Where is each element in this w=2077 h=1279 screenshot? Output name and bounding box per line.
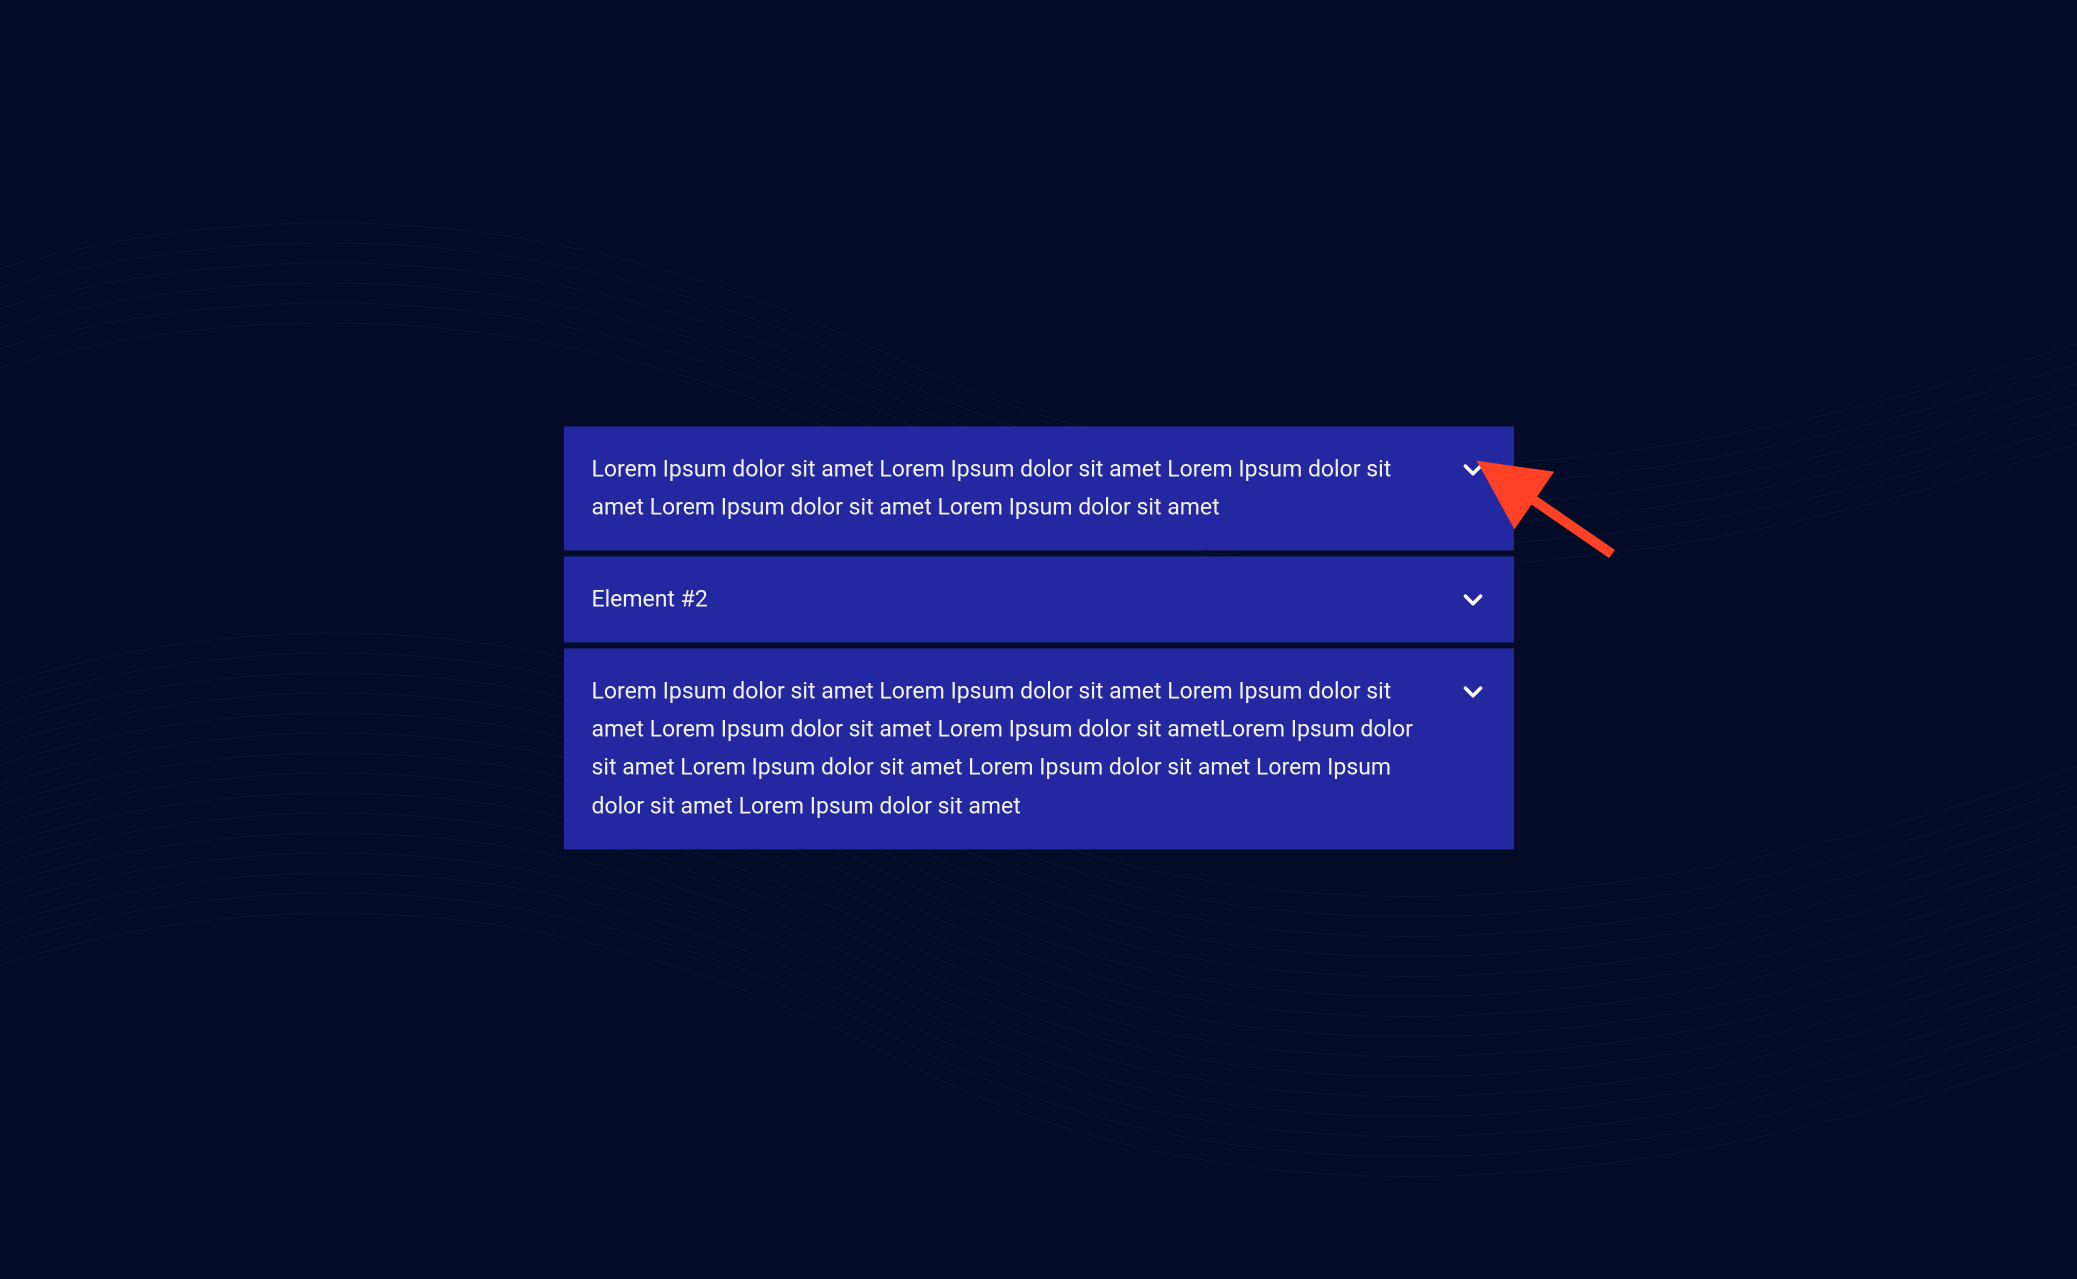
- chevron-down-icon: [1460, 678, 1486, 704]
- accordion-item-1[interactable]: Lorem Ipsum dolor sit amet Lorem Ipsum d…: [564, 426, 1514, 550]
- accordion: Lorem Ipsum dolor sit amet Lorem Ipsum d…: [564, 426, 1514, 849]
- accordion-item-2[interactable]: Element #2: [564, 556, 1514, 642]
- chevron-down-icon: [1460, 586, 1486, 612]
- annotation-arrow: [1500, 478, 1630, 568]
- accordion-item-label: Lorem Ipsum dolor sit amet Lorem Ipsum d…: [592, 450, 1444, 526]
- accordion-item-label: Lorem Ipsum dolor sit amet Lorem Ipsum d…: [592, 672, 1444, 825]
- accordion-item-3[interactable]: Lorem Ipsum dolor sit amet Lorem Ipsum d…: [564, 648, 1514, 849]
- chevron-down-icon: [1460, 456, 1486, 482]
- accordion-item-label: Element #2: [592, 580, 1444, 618]
